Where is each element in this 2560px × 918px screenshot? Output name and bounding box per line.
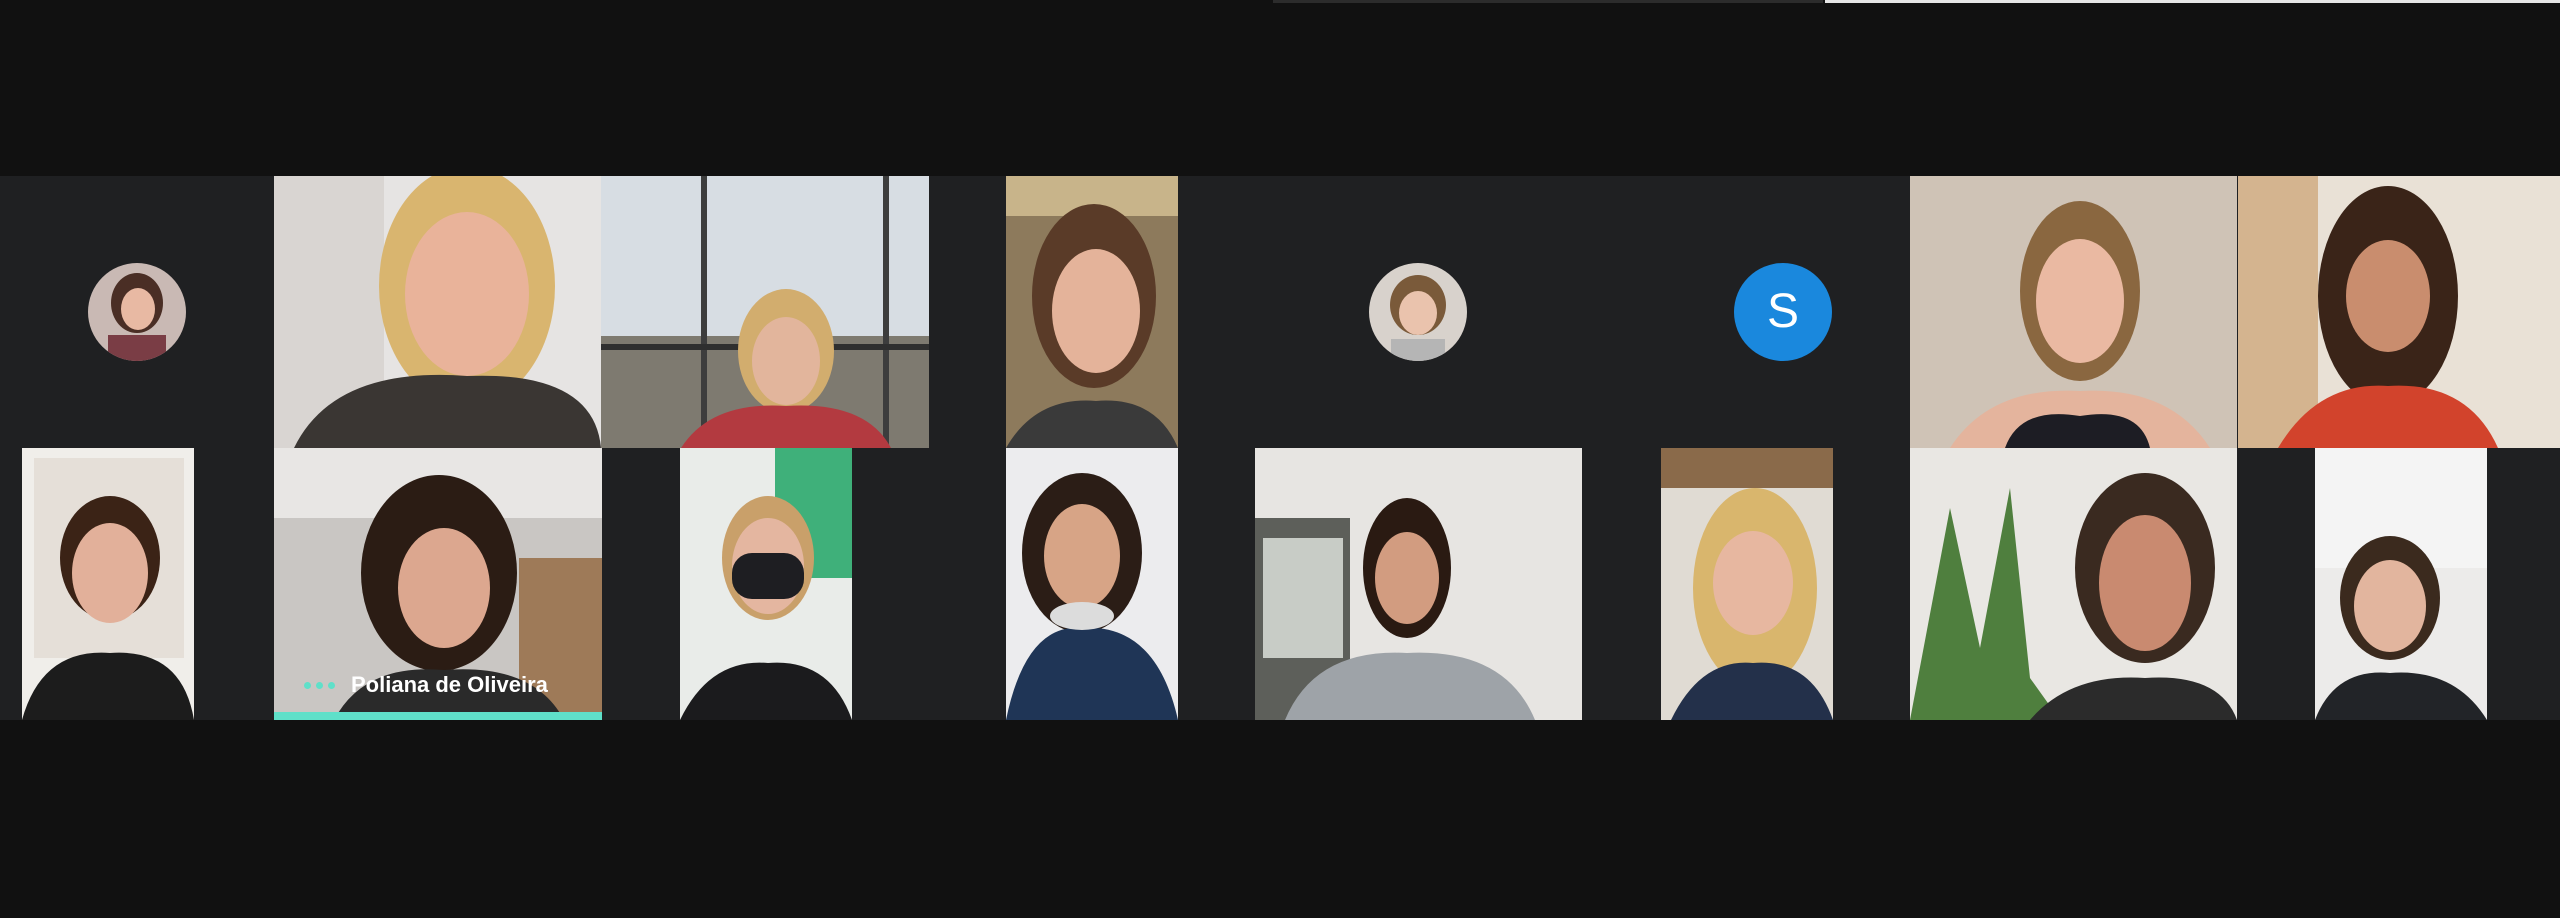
- participant-video-tile-speaking[interactable]: Poliana de Oliveira: [274, 448, 602, 720]
- participant-video-tile[interactable]: [601, 176, 929, 448]
- participant-avatar: [88, 263, 186, 361]
- participant-avatar-letter: S: [1734, 263, 1832, 361]
- top-progress-track: [1273, 0, 1823, 3]
- participant-name: Poliana de Oliveira: [351, 672, 548, 697]
- participant-grid: S Poliana de Oliveira: [0, 176, 2560, 720]
- participant-tile-avatar[interactable]: [0, 176, 274, 448]
- speaking-highlight-bar: [274, 712, 602, 720]
- participant-video-tile[interactable]: [680, 448, 852, 720]
- participant-tile-avatar[interactable]: S: [1658, 176, 1908, 448]
- speaking-participant-label: Poliana de Oliveira: [304, 672, 548, 698]
- participant-video-tile[interactable]: [1006, 448, 1178, 720]
- participant-video-tile[interactable]: [2315, 448, 2487, 720]
- participant-video-tile[interactable]: [1910, 448, 2237, 720]
- participant-video-tile[interactable]: [1910, 176, 2237, 448]
- participant-video-tile[interactable]: [2238, 176, 2560, 448]
- speaking-indicator-icon: [304, 681, 335, 689]
- participant-video-tile[interactable]: [1006, 176, 1178, 448]
- participant-video-tile[interactable]: [1661, 448, 1833, 720]
- participant-video-tile[interactable]: [22, 448, 194, 720]
- participant-tile-avatar[interactable]: [1178, 176, 1658, 448]
- participant-video-tile[interactable]: [274, 176, 601, 448]
- participant-video-tile[interactable]: [1255, 448, 1582, 720]
- top-progress-segment: [1825, 0, 2560, 3]
- participant-avatar: [1369, 263, 1467, 361]
